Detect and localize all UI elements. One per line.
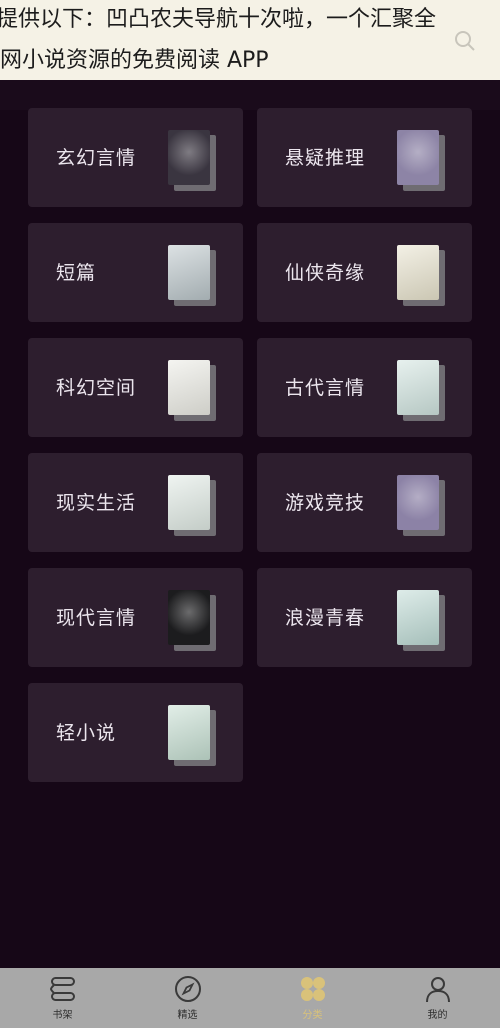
search-icon[interactable] xyxy=(454,30,476,52)
category-card[interactable]: 现代言情 xyxy=(28,568,243,667)
caption-line-1: 提供以下：凹凸农夫导航十次啦，一个汇聚全 xyxy=(0,7,437,32)
gaming-cover-icon xyxy=(397,475,439,530)
light-novel-cover-icon xyxy=(168,705,210,760)
category-card[interactable]: 短篇 xyxy=(28,223,243,322)
nav-label-featured: 精选 xyxy=(177,1010,198,1021)
caption-line-2: 网小说资源的免费阅读 APP xyxy=(0,48,269,73)
category-label: 短篇 xyxy=(56,262,97,284)
category-card[interactable]: 游戏竞技 xyxy=(257,453,472,552)
nav-bookshelf[interactable]: 书架 xyxy=(0,968,125,1028)
nav-category[interactable]: 分类 xyxy=(250,968,375,1028)
nav-mine[interactable]: 我的 xyxy=(375,968,500,1028)
category-label: 玄幻言情 xyxy=(56,147,137,169)
category-grid: 玄幻言情 悬疑推理短篇 仙侠奇缘科幻空间 古代言情现实生活 游戏竞技现代言情 浪漫青春轻小… xyxy=(28,108,472,782)
category-card[interactable]: 科幻空间 xyxy=(28,338,243,437)
category-label: 现代言情 xyxy=(56,607,137,629)
category-card[interactable]: 古代言情 xyxy=(257,338,472,437)
nav-label-category: 分类 xyxy=(302,1010,323,1021)
category-label: 现实生活 xyxy=(56,492,137,514)
nav-label-bookshelf: 书架 xyxy=(52,1010,73,1021)
short-story-cover-icon xyxy=(168,245,210,300)
ancient-romance-cover-icon xyxy=(397,360,439,415)
scifi-cover-icon xyxy=(168,360,210,415)
fantasy-cover-icon xyxy=(168,130,210,185)
category-label: 悬疑推理 xyxy=(285,147,366,169)
category-card[interactable]: 轻小说 xyxy=(28,683,243,782)
category-icon xyxy=(300,977,325,1001)
nav-label-mine: 我的 xyxy=(427,1010,448,1021)
nav-featured[interactable]: 精选 xyxy=(125,968,250,1028)
caption-overlay: 提供以下：凹凸农夫导航十次啦，一个汇聚全 网小说资源的免费阅读 APP xyxy=(0,0,500,80)
modern-romance-cover-icon xyxy=(168,590,210,645)
category-card[interactable]: 仙侠奇缘 xyxy=(257,223,472,322)
category-label: 仙侠奇缘 xyxy=(285,262,366,284)
compass-icon xyxy=(174,976,201,1002)
mystery-cover-icon xyxy=(397,130,439,185)
category-card[interactable]: 浪漫青春 xyxy=(257,568,472,667)
youth-cover-icon xyxy=(397,590,439,645)
category-card[interactable]: 现实生活 xyxy=(28,453,243,552)
category-label: 古代言情 xyxy=(285,377,366,399)
bottom-nav: 书架 精选 分类 我的 xyxy=(0,968,500,1028)
real-life-cover-icon xyxy=(168,475,210,530)
category-card[interactable]: 玄幻言情 xyxy=(28,108,243,207)
category-label: 游戏竞技 xyxy=(285,492,366,514)
category-label: 科幻空间 xyxy=(56,377,137,399)
category-label: 浪漫青春 xyxy=(285,607,366,629)
bookshelf-icon xyxy=(49,977,75,1001)
profile-icon xyxy=(425,977,450,1003)
category-card[interactable]: 悬疑推理 xyxy=(257,108,472,207)
header-bar xyxy=(0,80,500,110)
xianxia-cover-icon xyxy=(397,245,439,300)
category-label: 轻小说 xyxy=(56,722,117,744)
